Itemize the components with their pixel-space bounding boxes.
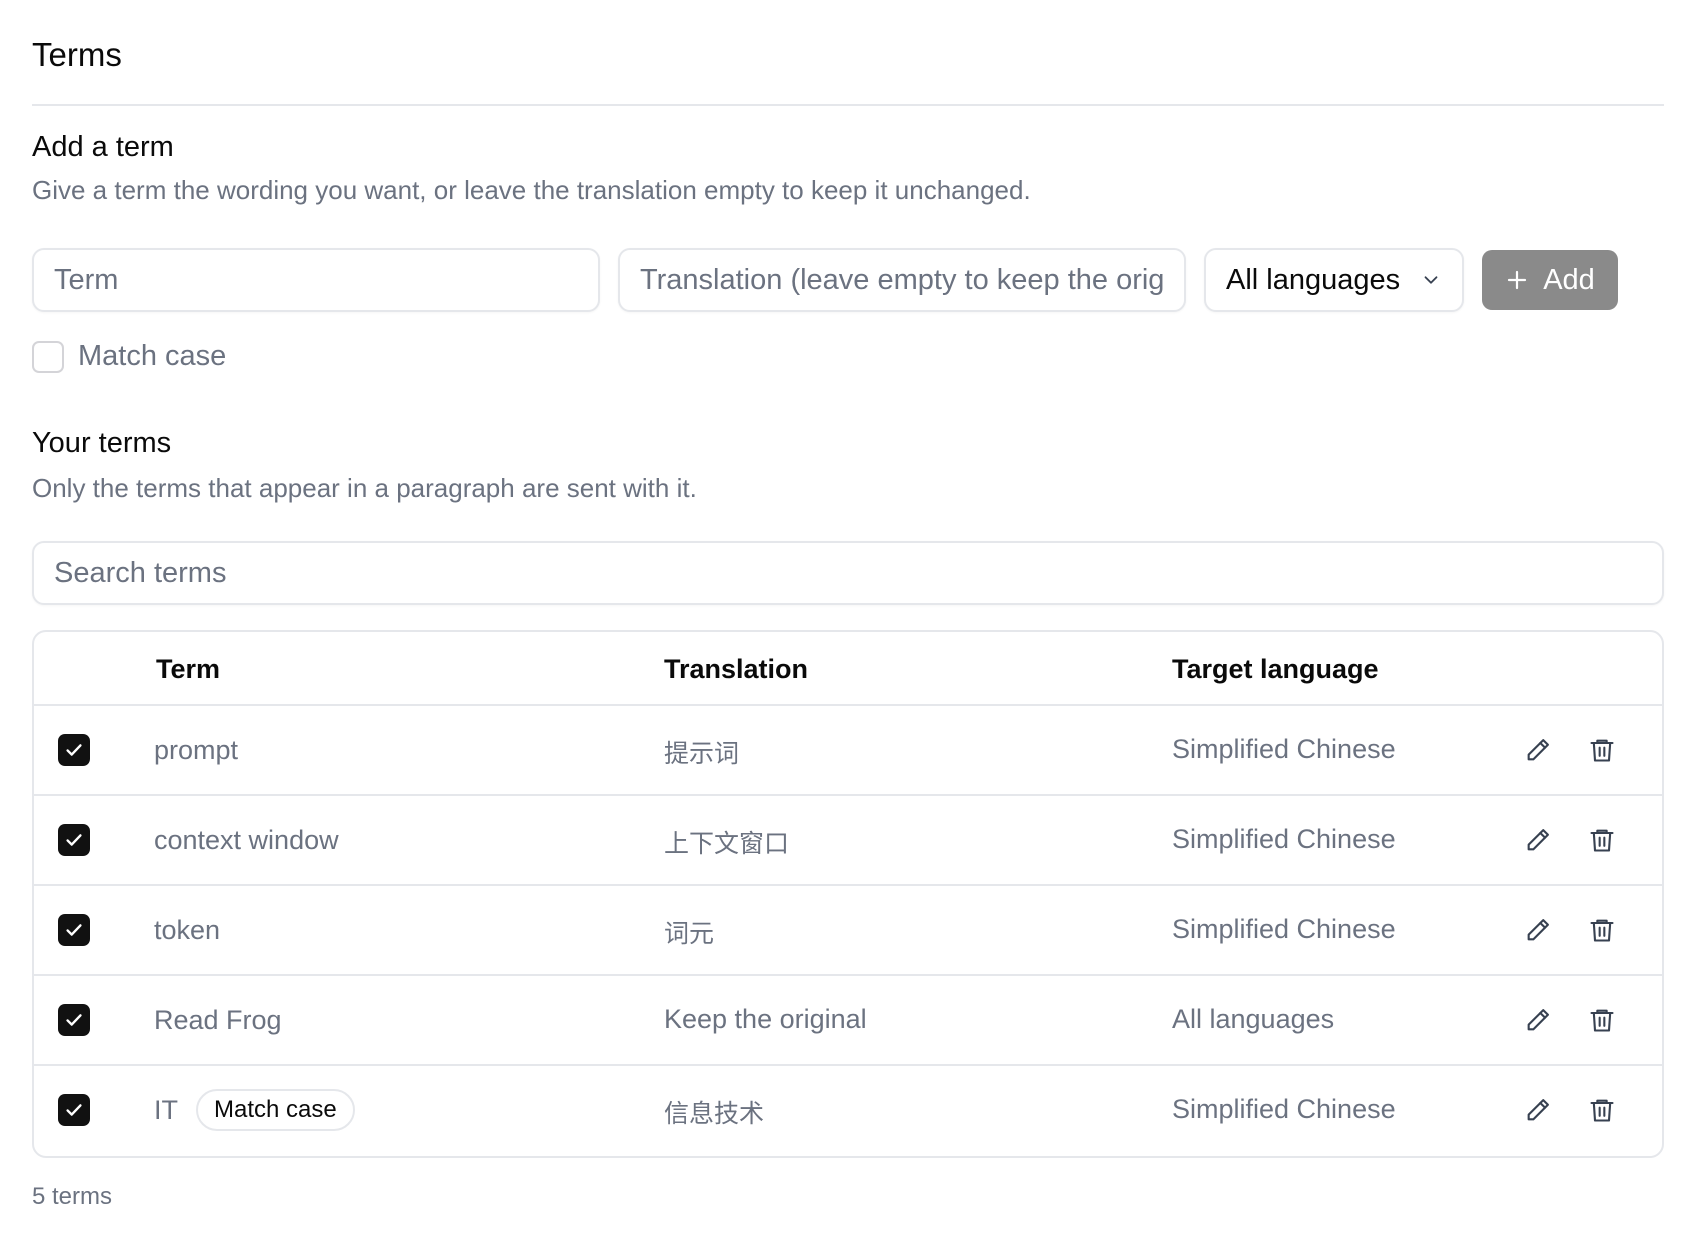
term-cell: IT Match case	[154, 1088, 355, 1132]
add-term-description: Give a term the wording you want, or lea…	[32, 175, 1031, 205]
translation-cell: 上下文窗口	[664, 829, 790, 858]
pencil-icon	[1527, 1099, 1549, 1121]
term-text: token	[154, 914, 221, 945]
edit-term-button[interactable]	[1520, 912, 1556, 948]
title-divider	[32, 104, 1664, 106]
search-terms-input[interactable]	[32, 541, 1664, 605]
trash-icon	[1590, 829, 1614, 852]
table-row: Read Frog Keep the original All language…	[34, 976, 1662, 1066]
pencil-icon	[1527, 1009, 1549, 1031]
language-cell: Simplified Chinese	[1172, 914, 1396, 944]
column-header-term: Term	[156, 654, 221, 684]
match-case-badge: Match case	[196, 1089, 355, 1131]
match-case-option[interactable]: Match case	[32, 340, 226, 373]
edit-term-button[interactable]	[1520, 1002, 1556, 1038]
term-cell: prompt	[154, 728, 238, 772]
pencil-icon	[1527, 829, 1549, 851]
term-text: context window	[154, 824, 339, 855]
translation-cell: Keep the original	[664, 1004, 867, 1034]
column-header-target-language: Target language	[1172, 654, 1379, 684]
trash-icon	[1590, 1009, 1614, 1032]
translation-cell: 信息技术	[664, 1099, 765, 1128]
check-icon	[66, 744, 82, 756]
match-case-checkbox[interactable]	[32, 340, 64, 373]
trash-icon	[1590, 739, 1614, 762]
delete-term-button[interactable]	[1584, 1002, 1620, 1038]
row-checkbox[interactable]	[58, 914, 90, 946]
term-text: IT	[154, 1094, 178, 1125]
row-checkbox[interactable]	[58, 1094, 90, 1126]
check-icon	[66, 924, 82, 936]
language-cell: Simplified Chinese	[1172, 824, 1396, 854]
terms-count: 5 terms	[32, 1183, 113, 1210]
terms-table: Term Translation Target language prompt …	[32, 630, 1664, 1158]
term-text: prompt	[154, 734, 239, 765]
table-row: IT Match case 信息技术 Simplified Chinese	[34, 1066, 1662, 1156]
term-cell: Read Frog	[154, 998, 282, 1042]
plus-icon	[1508, 270, 1527, 290]
language-cell: Simplified Chinese	[1172, 734, 1396, 764]
row-checkbox[interactable]	[58, 1004, 90, 1036]
add-button-label: Add	[1543, 263, 1595, 296]
term-text: Read Frog	[154, 1004, 282, 1035]
table-row: prompt 提示词 Simplified Chinese	[34, 706, 1662, 796]
your-terms-description: Only the terms that appear in a paragrap…	[32, 473, 697, 503]
match-case-label: Match case	[78, 340, 227, 372]
translation-cell: 提示词	[664, 739, 740, 768]
check-icon	[66, 1014, 82, 1026]
edit-term-button[interactable]	[1520, 732, 1556, 768]
check-icon	[66, 1104, 82, 1116]
your-terms-title: Your terms	[32, 427, 172, 459]
term-cell: context window	[154, 818, 339, 862]
check-icon	[66, 834, 82, 846]
table-row: token 词元 Simplified Chinese	[34, 886, 1662, 976]
delete-term-button[interactable]	[1584, 1092, 1620, 1128]
delete-term-button[interactable]	[1584, 912, 1620, 948]
chevron-down-icon	[1424, 276, 1438, 284]
add-term-button[interactable]: Add	[1482, 250, 1618, 310]
trash-icon	[1590, 1099, 1614, 1122]
term-cell: token	[154, 908, 220, 952]
table-row: context window 上下文窗口 Simplified Chinese	[34, 796, 1662, 886]
translation-cell: 词元	[664, 919, 715, 948]
translation-input[interactable]	[618, 248, 1186, 312]
trash-icon	[1590, 919, 1614, 942]
delete-term-button[interactable]	[1584, 822, 1620, 858]
row-checkbox[interactable]	[58, 824, 90, 856]
pencil-icon	[1527, 919, 1549, 941]
row-checkbox[interactable]	[58, 734, 90, 766]
table-header: Term Translation Target language	[34, 632, 1662, 706]
add-term-title: Add a term	[32, 131, 174, 163]
pencil-icon	[1527, 739, 1549, 761]
edit-term-button[interactable]	[1520, 822, 1556, 858]
page-title: Terms	[32, 36, 122, 73]
language-cell: All languages	[1172, 1004, 1335, 1034]
delete-term-button[interactable]	[1584, 732, 1620, 768]
language-select-value: All languages	[1226, 263, 1401, 296]
language-select[interactable]: All languages	[1204, 248, 1464, 312]
term-input[interactable]	[32, 248, 600, 312]
language-cell: Simplified Chinese	[1172, 1094, 1396, 1124]
edit-term-button[interactable]	[1520, 1092, 1556, 1128]
column-header-translation: Translation	[664, 654, 809, 684]
